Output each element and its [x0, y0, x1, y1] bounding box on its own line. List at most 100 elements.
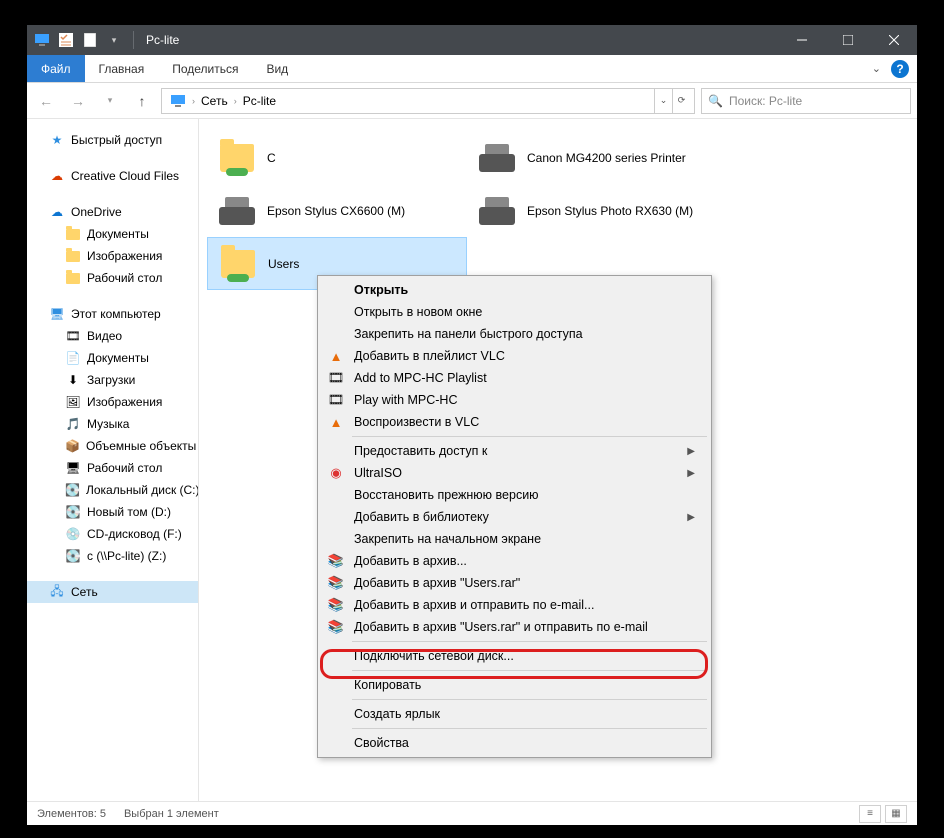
minimize-button[interactable] [779, 25, 825, 55]
window-title: Pc-lite [138, 33, 779, 47]
download-icon: ⬇ [65, 372, 81, 388]
close-button[interactable] [871, 25, 917, 55]
sidebar-od-desktop[interactable]: Рабочий стол [27, 267, 198, 289]
winrar-icon: 📚 [327, 552, 345, 570]
cube-icon: 📦 [65, 438, 80, 454]
vlc-icon: ▲ [327, 413, 345, 431]
status-selected: Выбран 1 элемент [124, 808, 219, 820]
netdrive-icon: 💽 [65, 548, 81, 564]
sidebar-pc-netdrive-z[interactable]: 💽c (\\Pc-lite) (Z:) [27, 545, 198, 567]
item-printer-canon[interactable]: Canon MG4200 series Printer [467, 131, 727, 184]
mpc-icon: 🎞 [327, 391, 345, 409]
folder-icon [65, 248, 81, 264]
sidebar-onedrive[interactable]: ☁OneDrive [27, 201, 198, 223]
mpc-icon: 🎞 [327, 369, 345, 387]
breadcrumb-pclite[interactable]: Pc-lite [239, 94, 280, 108]
item-share-c[interactable]: C [207, 131, 467, 184]
cm-copy[interactable]: Копировать [320, 674, 709, 696]
sidebar-quick-access[interactable]: ★Быстрый доступ [27, 129, 198, 151]
cd-icon: 💿 [65, 526, 81, 542]
cm-mpc-add[interactable]: 🎞Add to MPC-HC Playlist [320, 367, 709, 389]
network-icon [170, 94, 186, 108]
cm-rar-add-users[interactable]: 📚Добавить в архив "Users.rar" [320, 572, 709, 594]
printer-icon [215, 189, 259, 233]
back-button[interactable]: ← [33, 88, 59, 114]
sidebar-creative-cloud[interactable]: ☁Creative Cloud Files [27, 165, 198, 187]
sidebar-pc-video[interactable]: 🎞Видео [27, 325, 198, 347]
sidebar-pc-cd[interactable]: 💿CD-дисковод (F:) [27, 523, 198, 545]
sidebar-od-docs[interactable]: Документы [27, 223, 198, 245]
breadcrumb-sep: › [232, 96, 239, 106]
cm-rar-users-email[interactable]: 📚Добавить в архив "Users.rar" и отправит… [320, 616, 709, 638]
cm-open-new-window[interactable]: Открыть в новом окне [320, 301, 709, 323]
forward-button: → [65, 88, 91, 114]
cm-add-library[interactable]: Добавить в библиотеку▶ [320, 506, 709, 528]
cm-restore-version[interactable]: Восстановить прежнюю версию [320, 484, 709, 506]
breadcrumb-root-label: Сеть [201, 94, 228, 108]
breadcrumb-root[interactable]: › Сеть [166, 94, 232, 108]
submenu-arrow-icon: ▶ [687, 468, 695, 479]
submenu-arrow-icon: ▶ [687, 446, 695, 457]
cm-mpc-play[interactable]: 🎞Play with MPC-HC [320, 389, 709, 411]
view-tiles-button[interactable]: ▦ [885, 805, 907, 823]
sidebar-network[interactable]: 🖧Сеть [27, 581, 198, 603]
item-printer-epson-cx[interactable]: Epson Stylus CX6600 (M) [207, 184, 467, 237]
sidebar-pc-images[interactable]: 🖼Изображения [27, 391, 198, 413]
checklist-icon[interactable] [57, 31, 75, 49]
network-icon: 🖧 [49, 584, 65, 600]
document-icon[interactable] [81, 31, 99, 49]
search-icon: 🔍 [708, 94, 723, 108]
tab-share[interactable]: Поделиться [158, 55, 252, 82]
up-button[interactable]: ↑ [129, 88, 155, 114]
item-printer-epson-rx[interactable]: Epson Stylus Photo RX630 (M) [467, 184, 727, 237]
folder-icon [65, 270, 81, 286]
cm-create-shortcut[interactable]: Создать ярлык [320, 703, 709, 725]
sidebar-pc-desktop[interactable]: 🖥Рабочий стол [27, 457, 198, 479]
help-icon[interactable]: ? [891, 60, 909, 78]
refresh-button[interactable]: ⟳ [672, 89, 690, 113]
sidebar-pc-drive-d[interactable]: 💽Новый том (D:) [27, 501, 198, 523]
share-folder-icon [216, 242, 260, 286]
tab-view[interactable]: Вид [252, 55, 302, 82]
cm-ultraiso[interactable]: ◉UltraISO▶ [320, 462, 709, 484]
titlebar: ▾ Pc-lite [27, 25, 917, 55]
maximize-button[interactable] [825, 25, 871, 55]
search-input[interactable]: 🔍 Поиск: Pc-lite [701, 88, 911, 114]
sidebar-od-images[interactable]: Изображения [27, 245, 198, 267]
address-row: ← → ▾ ↑ › Сеть › Pc-lite ⌄ ⟳ 🔍 Поиск: Pc… [27, 83, 917, 119]
cm-map-network-drive[interactable]: Подключить сетевой диск... [320, 645, 709, 667]
quick-access-toolbar: ▾ [27, 31, 129, 49]
status-bar: Элементов: 5 Выбран 1 элемент ≡ ▦ [27, 801, 917, 825]
recent-dropdown[interactable]: ▾ [97, 88, 123, 114]
sidebar-pc-downloads[interactable]: ⬇Загрузки [27, 369, 198, 391]
video-icon: 🎞 [65, 328, 81, 344]
sidebar-pc-docs[interactable]: 📄Документы [27, 347, 198, 369]
drive-icon: 💽 [65, 504, 81, 520]
share-folder-icon [215, 136, 259, 180]
cm-properties[interactable]: Свойства [320, 732, 709, 754]
cm-rar-email[interactable]: 📚Добавить в архив и отправить по e-mail.… [320, 594, 709, 616]
cm-grant-access[interactable]: Предоставить доступ к▶ [320, 440, 709, 462]
cm-pin-start[interactable]: Закрепить на начальном экране [320, 528, 709, 550]
cm-vlc-play[interactable]: ▲Воспроизвести в VLC [320, 411, 709, 433]
address-dropdown-icon[interactable]: ⌄ [654, 89, 672, 113]
sidebar-pc-3d[interactable]: 📦Объемные объекты [27, 435, 198, 457]
qat-dropdown-icon[interactable]: ▾ [105, 31, 123, 49]
sidebar-this-pc[interactable]: 🖥Этот компьютер [27, 303, 198, 325]
cm-open[interactable]: Открыть [320, 279, 709, 301]
sidebar-pc-music[interactable]: 🎵Музыка [27, 413, 198, 435]
cm-vlc-playlist[interactable]: ▲Добавить в плейлист VLC [320, 345, 709, 367]
cc-icon: ☁ [49, 168, 65, 184]
folder-icon [65, 226, 81, 242]
ultraiso-icon: ◉ [327, 464, 345, 482]
ribbon-expand-icon[interactable]: ⌄ [872, 62, 881, 75]
printer-icon [475, 136, 519, 180]
tab-file[interactable]: Файл [27, 55, 85, 82]
cm-rar-add[interactable]: 📚Добавить в архив... [320, 550, 709, 572]
sidebar-pc-drive-c[interactable]: 💽Локальный диск (C:) [27, 479, 198, 501]
images-icon: 🖼 [65, 394, 81, 410]
tab-home[interactable]: Главная [85, 55, 159, 82]
cm-pin-quick-access[interactable]: Закрепить на панели быстрого доступа [320, 323, 709, 345]
address-bar[interactable]: › Сеть › Pc-lite ⌄ ⟳ [161, 88, 695, 114]
view-details-button[interactable]: ≡ [859, 805, 881, 823]
